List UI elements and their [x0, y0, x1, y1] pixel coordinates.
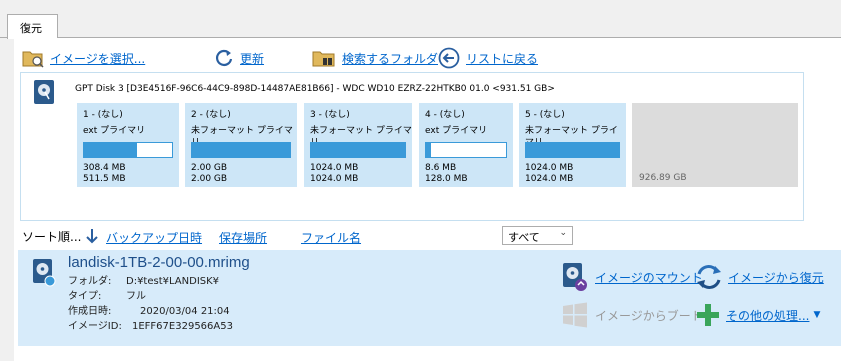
created-key: 作成日時:: [68, 306, 112, 317]
boot-label: イメージからブート: [595, 308, 703, 323]
partition-name: 2 - (なし): [191, 110, 231, 120]
partition-used: 1024.0 MB: [525, 163, 574, 173]
partition-total: 511.5 MB: [83, 174, 126, 184]
tab-bar: 復元: [0, 0, 841, 39]
unallocated-space: 926.89 GB: [632, 103, 798, 187]
search-folder-label: 検索するフォルダ: [342, 51, 439, 66]
partition-total: 128.0 MB: [425, 174, 468, 184]
partition-total: 2.00 GB: [191, 174, 228, 184]
sort-by-backup-date[interactable]: バックアップ日時: [106, 229, 202, 246]
filter-value: すべて: [508, 231, 540, 244]
plus-icon: [697, 304, 719, 326]
select-image-button[interactable]: イメージを選択...: [22, 46, 145, 70]
mount-image-button[interactable]: イメージのマウント: [561, 262, 703, 292]
image-id-row: イメージID: 1EFF67E329566A53: [68, 319, 233, 334]
partition-used: 308.4 MB: [83, 163, 126, 173]
id-key: イメージID:: [68, 321, 122, 332]
other-actions-button[interactable]: その他の処理... ▼: [696, 303, 820, 327]
filter-select[interactable]: すべて ⌄: [502, 226, 573, 245]
disk-title: GPT Disk 3 [D3E4516F-96C6-44C9-898D-1448…: [75, 84, 555, 94]
partition-2[interactable]: 2 - (なし) 未フォーマット プライマリ 2.00 GB 2.00 GB: [185, 103, 297, 187]
restore-arrows-icon: [697, 265, 721, 289]
partition-usage-bar: [191, 142, 291, 158]
partition-name: 3 - (なし): [310, 110, 350, 120]
type-value: フル: [126, 291, 146, 302]
refresh-button[interactable]: 更新: [214, 46, 264, 70]
partition-name: 4 - (なし): [425, 110, 465, 120]
partition-used: 8.6 MB: [425, 163, 457, 173]
folder-key: フォルダ:: [68, 276, 112, 287]
sort-by-location[interactable]: 保存場所: [219, 229, 267, 246]
sort-by-filename[interactable]: ファイル名: [301, 229, 361, 246]
usage-fill: [192, 143, 290, 157]
partition-name: 5 - (なし): [525, 110, 565, 120]
image-type-row: タイプ: フル: [68, 289, 146, 304]
disk-image-icon: [33, 259, 56, 287]
usage-fill: [526, 143, 619, 157]
image-list-item[interactable]: landisk-1TB-2-00-00.mrimg フォルダ: D:¥test¥L…: [18, 250, 841, 346]
partition-type: ext プライマリ: [425, 126, 488, 136]
usage-fill: [426, 143, 432, 157]
disk-icon: [34, 80, 54, 104]
partition-usage-bar: [425, 142, 507, 158]
partition-3[interactable]: 3 - (なし) 未フォーマット プライマリ 1024.0 MB 1024.0 …: [304, 103, 412, 187]
restore-panel: イメージを選択... 更新 検索するフォルダ リストに戻る GPT Disk 3…: [14, 38, 841, 361]
partition-usage-bar: [310, 142, 406, 158]
mount-label: イメージのマウント: [595, 270, 703, 285]
boot-image-button[interactable]: イメージからブート: [561, 302, 703, 328]
folder-value: D:¥test¥LANDISK¥: [126, 276, 220, 287]
image-created-row: 作成日時: 2020/03/04 21:04: [68, 304, 230, 319]
partition-used: 2.00 GB: [191, 163, 228, 173]
partition-name: 1 - (なし): [83, 110, 123, 120]
tab-restore[interactable]: 復元: [7, 14, 58, 39]
partition-total: 1024.0 MB: [310, 174, 359, 184]
select-image-label: イメージを選択...: [50, 51, 146, 66]
refresh-label: 更新: [240, 51, 265, 66]
type-key: タイプ:: [68, 291, 102, 302]
other-actions-label: その他の処理...: [726, 308, 810, 323]
folder-icon: [22, 51, 44, 68]
back-to-list-button[interactable]: リストに戻る: [438, 46, 538, 70]
partition-5[interactable]: 5 - (なし) 未フォーマット プライマリ 1024.0 MB 1024.0 …: [519, 103, 626, 187]
refresh-icon: [216, 49, 233, 66]
restore-label: イメージから復元: [728, 270, 824, 285]
restore-image-button[interactable]: イメージから復元: [696, 264, 824, 290]
unallocated-size: 926.89 GB: [639, 173, 687, 183]
usage-fill: [84, 143, 137, 157]
partition-usage-bar: [525, 142, 620, 158]
back-to-list-label: リストに戻る: [466, 51, 539, 66]
id-value: 1EFF67E329566A53: [132, 321, 233, 332]
partition-usage-bar: [83, 142, 173, 158]
back-arrow-icon: [438, 47, 460, 69]
windows-icon: [563, 302, 587, 328]
sort-down-arrow-icon: [86, 229, 98, 244]
usage-fill: [311, 143, 405, 157]
partition-used: 1024.0 MB: [310, 163, 359, 173]
dropdown-arrow-icon: ▼: [813, 310, 821, 320]
image-folder-row: フォルダ: D:¥test¥LANDISK¥: [68, 274, 219, 289]
partition-1[interactable]: 1 - (なし) ext プライマリ 308.4 MB 511.5 MB: [77, 103, 179, 187]
mount-icon: [563, 263, 587, 291]
chevron-down-icon: ⌄: [559, 228, 567, 238]
created-value: 2020/03/04 21:04: [140, 306, 230, 317]
disk-map: GPT Disk 3 [D3E4516F-96C6-44C9-898D-1448…: [20, 72, 804, 221]
sort-label: ソート順...: [22, 229, 82, 244]
partition-type: ext プライマリ: [83, 126, 146, 136]
partition-4[interactable]: 4 - (なし) ext プライマリ 8.6 MB 128.0 MB: [419, 103, 513, 187]
image-filename: landisk-1TB-2-00-00.mrimg: [68, 254, 250, 271]
partition-total: 1024.0 MB: [525, 174, 574, 184]
binoculars-folder-icon: [312, 51, 335, 67]
search-folder-button[interactable]: 検索するフォルダ: [312, 46, 438, 70]
